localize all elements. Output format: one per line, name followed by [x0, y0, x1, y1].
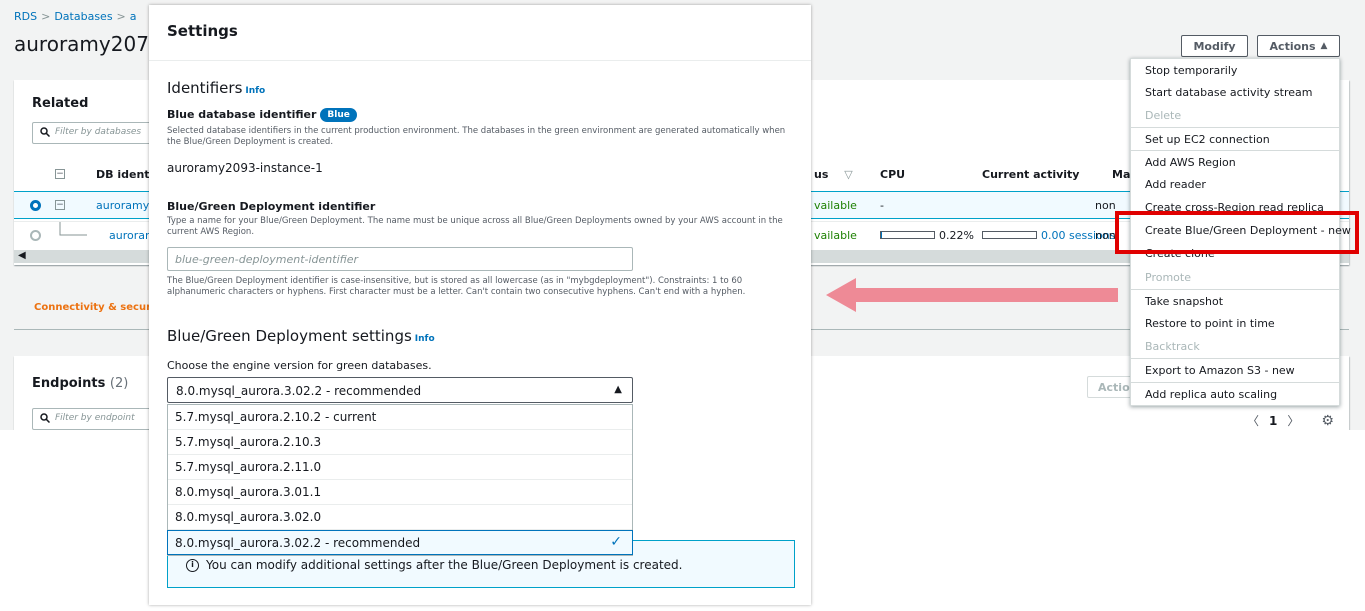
actions-button-label: Actions [1269, 39, 1316, 53]
identifiers-title: Identifiers [167, 79, 243, 97]
engine-option[interactable]: 5.7.mysql_aurora.2.10.3 [168, 430, 632, 455]
engine-option[interactable]: 8.0.mysql_aurora.3.02.0 [168, 505, 632, 530]
blue-identifier-label: Blue database identifier Blue [167, 108, 357, 122]
info-icon: i [186, 559, 199, 572]
highlight-annotation-box [1115, 211, 1359, 254]
column-cpu[interactable]: CPU [880, 168, 905, 181]
breadcrumb-separator: > [41, 10, 51, 23]
collapse-row-icon[interactable]: − [55, 200, 65, 210]
filter-databases-placeholder: Filter by databases [55, 127, 142, 137]
engine-version-select[interactable]: 8.0.mysql_aurora.3.02.2 - recommended ▲ [167, 377, 633, 403]
engine-option[interactable]: 5.7.mysql_aurora.2.10.2 - current [168, 405, 632, 430]
maintenance-value: non [1095, 199, 1116, 212]
info-alert-text: You can modify additional settings after… [206, 558, 683, 572]
bg-settings-info-link[interactable]: Info [415, 334, 435, 344]
identifiers-info-link[interactable]: Info [245, 86, 265, 96]
blue-identifier-value: auroramy2093-instance-1 [167, 161, 323, 175]
endpoints-count: (2) [109, 376, 129, 391]
bg-identifier-label: Blue/Green Deployment identifier [167, 200, 376, 213]
column-current-activity[interactable]: Current activity [982, 168, 1079, 181]
blue-identifier-description: Selected database identifiers in the cur… [167, 126, 786, 147]
caret-up-icon: ▲ [614, 384, 622, 395]
modify-button[interactable]: Modify [1181, 35, 1248, 57]
actions-button[interactable]: Actions ▲ [1257, 35, 1340, 57]
engine-version-selected: 8.0.mysql_aurora.3.02.2 - recommended [176, 384, 422, 398]
bg-identifier-placeholder: blue-green-deployment-identifier [175, 253, 359, 266]
checkmark-icon: ✓ [610, 534, 622, 550]
breadcrumb-rds[interactable]: RDS [14, 10, 37, 23]
engine-option-selected-label: 8.0.mysql_aurora.3.02.2 - recommended [175, 536, 421, 550]
row-radio[interactable] [30, 230, 41, 241]
breadcrumb-databases[interactable]: Databases [54, 10, 112, 23]
endpoints-title-label: Endpoints [32, 376, 106, 391]
menu-item-promote: Promote [1145, 271, 1191, 284]
filter-endpoint-placeholder: Filter by endpoint [55, 413, 135, 423]
settings-title: Settings [167, 22, 238, 40]
sort-down-icon: ▽ [844, 168, 853, 181]
bg-identifier-constraints: The Blue/Green Deployment identifier is … [167, 276, 746, 297]
chevron-right-icon[interactable]: 〉 [1287, 414, 1299, 428]
menu-item-export-to-s3[interactable]: Export to Amazon S3 - new [1131, 358, 1339, 381]
pagination: 〈 1 〉 ⚙ [1247, 412, 1334, 429]
menu-item-take-snapshot[interactable]: Take snapshot [1131, 289, 1339, 312]
blue-badge: Blue [320, 108, 357, 122]
breadcrumb-separator: > [116, 10, 126, 23]
page-number[interactable]: 1 [1269, 414, 1277, 428]
column-status-label: us [814, 168, 829, 181]
collapse-all-icon[interactable]: − [55, 169, 65, 179]
menu-item-start-activity-stream[interactable]: Start database activity stream [1131, 81, 1339, 104]
bg-identifier-description: Type a name for your Blue/Green Deployme… [167, 216, 783, 237]
menu-item-add-reader[interactable]: Add reader [1131, 173, 1339, 196]
engine-version-prompt: Choose the engine version for green data… [167, 359, 432, 372]
engine-option[interactable]: 5.7.mysql_aurora.2.11.0 [168, 455, 632, 480]
settings-panel: Settings Identifiers Info Blue database i… [149, 5, 811, 605]
bg-settings-title: Blue/Green Deployment settings [167, 327, 412, 345]
engine-option-selected[interactable]: 8.0.mysql_aurora.3.02.2 - recommended ✓ [167, 530, 633, 555]
menu-item-delete: Delete [1145, 109, 1182, 122]
related-title: Related [32, 96, 89, 111]
cpu-value: - [880, 199, 884, 212]
tab-connectivity-security[interactable]: Connectivity & security [34, 302, 166, 313]
bg-identifier-input[interactable]: blue-green-deployment-identifier [167, 247, 633, 271]
chevron-left-icon[interactable]: 〈 [1247, 414, 1259, 428]
row-radio-selected[interactable] [30, 200, 41, 211]
status-text: vailable [814, 229, 857, 242]
status-text: vailable [814, 199, 857, 212]
blue-identifier-label-text: Blue database identifier [167, 108, 317, 121]
maintenance-value: non [1095, 229, 1116, 242]
engine-version-options: 5.7.mysql_aurora.2.10.2 - current 5.7.my… [167, 404, 633, 556]
pointer-arrow-icon [826, 278, 1118, 312]
menu-item-stop-temporarily[interactable]: Stop temporarily [1131, 59, 1339, 82]
search-icon [40, 413, 50, 423]
breadcrumb: RDS > Databases > a [14, 10, 137, 23]
menu-item-setup-ec2-connection[interactable]: Set up EC2 connection [1131, 127, 1339, 150]
scroll-left-icon[interactable]: ◀ [18, 250, 26, 261]
column-status[interactable]: us ▽ [814, 168, 853, 181]
identifiers-heading: Identifiers Info [167, 79, 265, 97]
engine-option[interactable]: 8.0.mysql_aurora.3.01.1 [168, 480, 632, 505]
column-db-identifier[interactable]: DB identi [96, 168, 153, 181]
db-identifier-link[interactable]: auroran [109, 229, 152, 242]
bg-settings-heading: Blue/Green Deployment settings Info [167, 327, 435, 345]
search-icon [40, 127, 50, 137]
cpu-value: 0.22% [939, 229, 974, 242]
page-title: auroramy207 [14, 32, 149, 56]
activity-bar [982, 231, 1037, 239]
menu-item-add-replica-auto-scaling[interactable]: Add replica auto scaling [1131, 382, 1339, 405]
cpu-usage-bar [880, 231, 935, 239]
db-identifier-link[interactable]: auroramy [96, 199, 149, 212]
menu-item-restore-point-in-time[interactable]: Restore to point in time [1131, 312, 1339, 335]
caret-up-icon: ▲ [1320, 41, 1328, 51]
menu-item-backtrack: Backtrack [1145, 340, 1200, 353]
endpoints-title: Endpoints (2) [32, 376, 128, 391]
tree-connector-icon [59, 222, 87, 236]
settings-header: Settings [149, 5, 811, 61]
gear-icon[interactable]: ⚙ [1321, 413, 1334, 429]
breadcrumb-current[interactable]: a [130, 10, 137, 23]
menu-item-add-aws-region[interactable]: Add AWS Region [1131, 150, 1339, 173]
